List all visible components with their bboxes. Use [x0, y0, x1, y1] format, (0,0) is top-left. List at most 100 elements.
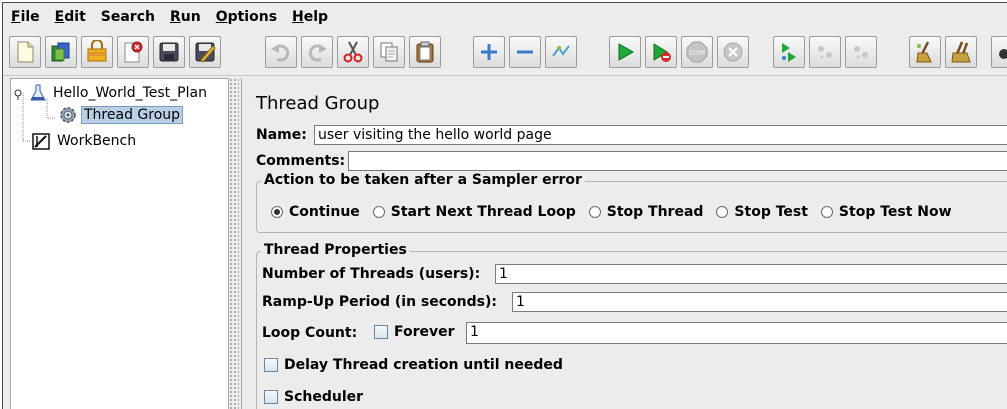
start-no-pause-icon	[649, 40, 673, 64]
menu-search-label: Search	[101, 9, 155, 25]
remote-start-button[interactable]	[773, 36, 805, 68]
radio-stop-test-now[interactable]: Stop Test Now	[821, 204, 952, 220]
search-button[interactable]	[991, 36, 1007, 68]
clear-button[interactable]	[909, 36, 941, 68]
tree-label-thread-group[interactable]: Thread Group	[81, 106, 183, 124]
menu-file-mnemonic: F	[11, 9, 21, 25]
radio-continue-indicator[interactable]	[271, 206, 283, 218]
start-no-pause-button[interactable]	[645, 36, 677, 68]
clear-all-button[interactable]	[945, 36, 977, 68]
sampler-error-options: Continue Start Next Thread Loop Stop Thr…	[271, 204, 965, 220]
toggle-icon	[549, 40, 573, 64]
app-window: File Edit Search Run Options Help	[2, 2, 1007, 409]
thread-group-gear-icon	[58, 105, 78, 125]
search-icon	[994, 40, 1007, 64]
delay-thread-row[interactable]: Delay Thread creation until needed	[264, 357, 563, 373]
split-pane-divider[interactable]	[229, 78, 239, 409]
radio-stop-thread-label: Stop Thread	[607, 204, 704, 220]
expand-button[interactable]	[473, 36, 505, 68]
tree-label-workbench[interactable]: WorkBench	[55, 133, 138, 149]
delay-thread-checkbox[interactable]	[264, 358, 278, 372]
paste-button[interactable]	[409, 36, 441, 68]
start-icon	[613, 40, 637, 64]
save-button[interactable]	[153, 36, 185, 68]
menu-options-label: ptions	[228, 9, 277, 25]
radio-start-next-thread-loop[interactable]: Start Next Thread Loop	[373, 204, 576, 220]
menu-options[interactable]: Options	[209, 9, 285, 25]
scheduler-label: Scheduler	[284, 389, 363, 405]
stop-button[interactable]: STOP	[681, 36, 713, 68]
radio-stop-test-now-indicator[interactable]	[821, 206, 833, 218]
rampup-label: Ramp-Up Period (in seconds):	[262, 294, 497, 310]
radio-stop-test[interactable]: Stop Test	[716, 204, 808, 220]
menu-edit-mnemonic: E	[55, 9, 65, 25]
radio-stop-thread-indicator[interactable]	[589, 206, 601, 218]
menu-help[interactable]: Help	[285, 9, 336, 25]
menu-run[interactable]: Run	[163, 9, 209, 25]
scheduler-checkbox[interactable]	[264, 390, 278, 404]
undo-button[interactable]	[265, 36, 297, 68]
tree-label-test-plan[interactable]: Hello_World_Test_Plan	[51, 85, 209, 101]
menu-run-mnemonic: R	[170, 9, 181, 25]
name-field[interactable]: user visiting the hello world page	[314, 125, 1007, 145]
rampup-field[interactable]: 1	[512, 292, 1007, 312]
workbench-icon	[31, 131, 51, 151]
thread-group-panel: Thread Group Name: user visiting the hel…	[241, 78, 1007, 409]
menu-help-label: elp	[304, 9, 328, 25]
loop-count-field[interactable]: 1	[466, 322, 1007, 344]
toolbar: STOP	[3, 31, 1007, 76]
threads-field[interactable]: 1	[495, 264, 1007, 284]
toggle-button[interactable]	[545, 36, 577, 68]
test-plan-flask-icon	[29, 83, 47, 103]
collapse-button[interactable]	[509, 36, 541, 68]
undo-icon	[269, 40, 293, 64]
tree-expand-handle-icon[interactable]	[13, 86, 27, 100]
remote-shutdown-icon	[849, 40, 873, 64]
menu-options-mnemonic: O	[216, 9, 228, 25]
paste-icon	[413, 40, 437, 64]
forever-checkbox[interactable]	[374, 325, 388, 339]
radio-continue[interactable]: Continue	[271, 204, 360, 220]
sampler-error-title: Action to be taken after a Sampler error	[261, 172, 585, 188]
cut-button[interactable]	[337, 36, 369, 68]
forever-checkbox-row[interactable]: Forever	[374, 324, 455, 340]
tree-node-workbench[interactable]: WorkBench	[31, 131, 138, 151]
panel-title: Thread Group	[256, 93, 379, 114]
copy-button[interactable]	[373, 36, 405, 68]
threads-label: Number of Threads (users):	[262, 266, 480, 282]
name-label: Name:	[256, 127, 307, 143]
menu-edit[interactable]: Edit	[48, 9, 94, 25]
new-icon	[14, 40, 36, 64]
close-button[interactable]	[117, 36, 149, 68]
menu-file[interactable]: File	[3, 9, 48, 25]
open-button[interactable]	[81, 36, 113, 68]
radio-stop-test-indicator[interactable]	[716, 206, 728, 218]
save-as-button[interactable]	[189, 36, 221, 68]
clear-all-icon	[949, 40, 973, 64]
comments-field[interactable]	[348, 151, 1007, 171]
new-button[interactable]	[9, 36, 41, 68]
shutdown-button[interactable]	[717, 36, 749, 68]
expand-icon	[477, 40, 501, 64]
redo-button[interactable]	[301, 36, 333, 68]
comments-label: Comments:	[256, 153, 345, 169]
copy-icon	[377, 40, 401, 64]
templates-button[interactable]	[45, 36, 77, 68]
radio-start-next-indicator[interactable]	[373, 206, 385, 218]
scheduler-row[interactable]: Scheduler	[264, 389, 363, 405]
radio-stop-test-label: Stop Test	[734, 204, 808, 220]
radio-continue-label: Continue	[289, 204, 360, 220]
remote-stop-icon	[813, 40, 837, 64]
radio-start-next-label: Start Next Thread Loop	[391, 204, 576, 220]
tree-node-thread-group[interactable]: Thread Group	[58, 105, 183, 125]
start-button[interactable]	[609, 36, 641, 68]
svg-text:STOP: STOP	[689, 50, 705, 57]
remote-shutdown-button[interactable]	[845, 36, 877, 68]
remote-start-icon	[777, 40, 801, 64]
radio-stop-thread[interactable]: Stop Thread	[589, 204, 704, 220]
forever-label: Forever	[394, 324, 455, 340]
menu-search[interactable]: Search	[94, 9, 163, 25]
tree-node-test-plan[interactable]: Hello_World_Test_Plan	[13, 83, 209, 103]
loop-count-label: Loop Count:	[262, 325, 357, 341]
remote-stop-button[interactable]	[809, 36, 841, 68]
